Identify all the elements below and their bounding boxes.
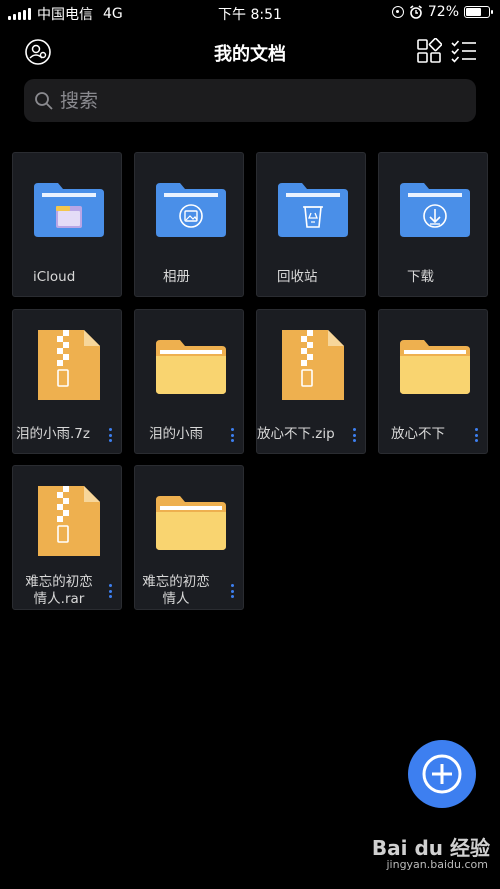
- folder-icon: [156, 496, 226, 550]
- item-tile-folder[interactable]: 放心不下: [378, 309, 488, 454]
- item-tile-recycle-bin[interactable]: 回收站: [256, 152, 366, 297]
- item-tile-archive[interactable]: 放心不下.zip: [256, 309, 366, 454]
- zip-file-icon: [38, 330, 100, 400]
- add-button[interactable]: [408, 740, 476, 808]
- zip-file-icon: [282, 330, 344, 400]
- item-name: 难忘的初恋 情人: [141, 574, 211, 608]
- zip-file-icon: [38, 486, 100, 556]
- grid-view-button[interactable]: [416, 37, 444, 66]
- watermark-url: jingyan.baidu.com: [386, 858, 488, 871]
- item-name-line1: 难忘的初恋: [25, 574, 93, 590]
- grid-view-icon: [417, 37, 443, 63]
- status-right: 72%: [391, 4, 493, 20]
- header: 我的文档: [0, 30, 500, 74]
- cloud-folder-icon: [34, 183, 104, 237]
- photo-folder-icon: [156, 183, 226, 237]
- item-tile-archive[interactable]: 难忘的初恋 情人.rar: [12, 465, 122, 610]
- watermark-logo: Bai du 经验 jingyan.baidu.com: [371, 832, 490, 871]
- more-options-button[interactable]: [229, 584, 235, 598]
- plus-icon: [422, 754, 462, 794]
- item-name-line1: 难忘的初恋: [142, 574, 210, 590]
- more-options-button[interactable]: [107, 584, 113, 598]
- checklist-icon: [451, 40, 476, 63]
- download-folder-icon: [400, 183, 470, 237]
- item-name: 放心不下.zip: [257, 426, 335, 442]
- item-tile-folder[interactable]: 难忘的初恋 情人: [134, 465, 244, 610]
- recycle-folder-icon: [278, 183, 348, 237]
- status-bar: 中国电信 4G 下午 8:51 72%: [0, 0, 500, 26]
- more-options-button[interactable]: [229, 428, 235, 442]
- folder-icon: [156, 340, 226, 394]
- item-name: 泪的小雨: [149, 426, 203, 442]
- search-bar[interactable]: [24, 79, 476, 122]
- item-name: 下载: [407, 269, 434, 285]
- item-tile-album[interactable]: 相册: [134, 152, 244, 297]
- item-name: 难忘的初恋 情人.rar: [19, 574, 99, 608]
- search-input[interactable]: [60, 89, 440, 112]
- item-name: 相册: [163, 269, 190, 285]
- orientation-lock-icon: [391, 6, 404, 18]
- select-list-button[interactable]: [450, 38, 478, 66]
- battery-icon: [464, 6, 493, 18]
- item-name-line2: 情人: [162, 591, 190, 607]
- alarm-icon: [409, 5, 422, 19]
- more-options-button[interactable]: [107, 428, 113, 442]
- item-name: 放心不下: [391, 426, 445, 442]
- item-tile-downloads[interactable]: 下载: [378, 152, 488, 297]
- more-options-button[interactable]: [351, 428, 357, 442]
- item-name: 回收站: [277, 269, 318, 285]
- item-tile-icloud[interactable]: iCloud: [12, 152, 122, 297]
- item-name: 泪的小雨.7z: [16, 426, 90, 442]
- item-tile-archive[interactable]: 泪的小雨.7z: [12, 309, 122, 454]
- battery-percent: 72%: [427, 4, 459, 20]
- search-icon: [35, 91, 53, 110]
- folder-icon: [400, 340, 470, 394]
- item-name-line2: 情人.rar: [33, 591, 85, 607]
- item-tile-folder[interactable]: 泪的小雨: [134, 309, 244, 454]
- watermark-logo-text: Bai du 经验: [371, 836, 490, 860]
- item-name: iCloud: [33, 269, 76, 285]
- more-options-button[interactable]: [473, 428, 479, 442]
